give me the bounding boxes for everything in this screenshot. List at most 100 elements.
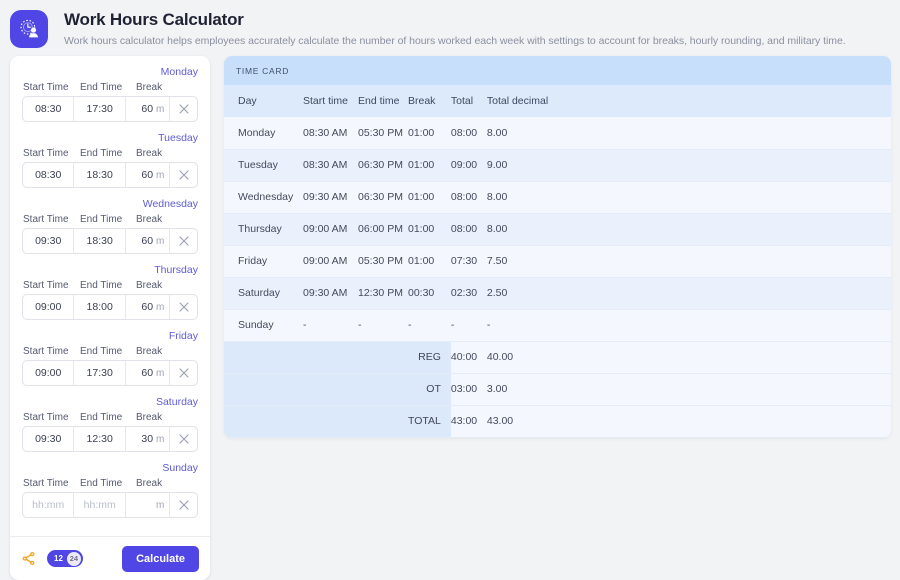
cell-day: Thursday xyxy=(224,213,303,245)
day-input-group: 08:3018:3060m xyxy=(22,162,198,188)
end-time-input[interactable]: 18:30 xyxy=(74,229,125,253)
day-column-labels: Start TimeEnd TimeBreak xyxy=(22,346,198,357)
start-time-input[interactable]: hh:mm xyxy=(23,493,74,517)
end-time-input[interactable]: 17:30 xyxy=(74,361,125,385)
toggle-option-24[interactable]: 24 xyxy=(67,552,81,566)
clear-row-icon[interactable] xyxy=(170,229,197,253)
day-label: Wednesday xyxy=(22,198,198,211)
label-break: Break xyxy=(136,148,186,159)
end-time-input[interactable]: 17:30 xyxy=(74,97,125,121)
cell-break: 01:00 xyxy=(408,181,451,213)
col-header-break: Break xyxy=(408,85,451,117)
cell-total-decimal: 8.00 xyxy=(487,213,891,245)
cell-day: Friday xyxy=(224,245,303,277)
day-label: Tuesday xyxy=(22,132,198,145)
end-time-input[interactable]: 18:30 xyxy=(74,163,125,187)
table-row: Saturday09:30 AM12:30 PM00:3002:302.50 xyxy=(224,277,891,309)
day-column-labels: Start TimeEnd TimeBreak xyxy=(22,214,198,225)
table-row: Friday09:00 AM05:30 PM01:0007:307.50 xyxy=(224,245,891,277)
cell-start-time: 09:30 AM xyxy=(303,277,358,309)
start-time-input[interactable]: 08:30 xyxy=(23,97,74,121)
end-time-input[interactable]: 12:30 xyxy=(74,427,125,451)
clear-row-icon[interactable] xyxy=(170,493,197,517)
table-row: Monday08:30 AM05:30 PM01:0008:008.00 xyxy=(224,117,891,149)
summary-spacer xyxy=(358,373,408,405)
break-input[interactable]: 60m xyxy=(126,229,171,253)
hour-format-toggle[interactable]: 12 24 xyxy=(47,550,83,567)
cell-day: Sunday xyxy=(224,309,303,341)
summary-row: TOTAL43:0043.00 xyxy=(224,405,891,437)
clear-row-icon[interactable] xyxy=(170,427,197,451)
day-column-labels: Start TimeEnd TimeBreak xyxy=(22,280,198,291)
summary-row: REG40:0040.00 xyxy=(224,341,891,373)
table-body: Monday08:30 AM05:30 PM01:0008:008.00Tues… xyxy=(224,117,891,437)
summary-total: 03:00 xyxy=(451,373,487,405)
break-unit-label: m xyxy=(156,104,164,115)
day-label: Monday xyxy=(22,66,198,79)
cell-day: Wednesday xyxy=(224,181,303,213)
day-column-labels: Start TimeEnd TimeBreak xyxy=(22,82,198,93)
label-break: Break xyxy=(136,214,186,225)
label-end-time: End Time xyxy=(80,412,136,423)
clear-row-icon[interactable] xyxy=(170,163,197,187)
cell-break: 01:00 xyxy=(408,245,451,277)
day-row: FridayStart TimeEnd TimeBreak09:0017:306… xyxy=(22,330,198,386)
cell-start-time: 08:30 AM xyxy=(303,117,358,149)
end-time-input[interactable]: hh:mm xyxy=(74,493,125,517)
table-row: Sunday----- xyxy=(224,309,891,341)
day-row: ThursdayStart TimeEnd TimeBreak09:0018:0… xyxy=(22,264,198,320)
day-row: Wednesday Start TimeEnd TimeBreak 09:3018:… xyxy=(22,198,198,254)
day-input-group: 09:3012:3030m xyxy=(22,426,198,452)
cell-total-decimal: - xyxy=(487,309,891,341)
label-end-time: End Time xyxy=(80,280,136,291)
start-time-input[interactable]: 08:30 xyxy=(23,163,74,187)
cell-end-time: 06:00 PM xyxy=(358,213,408,245)
day-input-group: hh:mmhh:mm m xyxy=(22,492,198,518)
summary-spacer xyxy=(303,373,358,405)
summary-total: 43:00 xyxy=(451,405,487,437)
day-input-group: 09:0017:3060m xyxy=(22,360,198,386)
label-end-time: End Time xyxy=(80,82,136,93)
break-input[interactable]: 60m xyxy=(126,97,171,121)
start-time-input[interactable]: 09:30 xyxy=(23,229,74,253)
break-unit-label: m xyxy=(156,500,164,511)
cell-total: 02:30 xyxy=(451,277,487,309)
break-input[interactable]: 60m xyxy=(126,361,171,385)
cell-break: - xyxy=(408,309,451,341)
day-rows-container: MondayStart TimeEnd TimeBreak08:3017:306… xyxy=(10,56,210,536)
cell-break: 01:00 xyxy=(408,213,451,245)
break-input[interactable]: 60m xyxy=(126,295,171,319)
share-nodes-icon[interactable] xyxy=(21,551,36,566)
cell-total-decimal: 8.00 xyxy=(487,117,891,149)
label-end-time: End Time xyxy=(80,478,136,489)
time-card-table: Day Start time End time Break Total Tota… xyxy=(224,85,891,438)
start-time-input[interactable]: 09:30 xyxy=(23,427,74,451)
break-input[interactable]: 30m xyxy=(126,427,171,451)
break-value: 30 xyxy=(141,433,153,445)
break-value: 60 xyxy=(141,169,153,181)
break-input[interactable]: m xyxy=(126,493,171,517)
cell-start-time: - xyxy=(303,309,358,341)
end-time-input[interactable]: 18:00 xyxy=(74,295,125,319)
day-input-group: 09:3018:3060m xyxy=(22,228,198,254)
clear-row-icon[interactable] xyxy=(170,361,197,385)
header-text-block: Work Hours Calculator Work hours calcula… xyxy=(64,8,846,48)
page-subtitle: Work hours calculator helps employees ac… xyxy=(64,35,846,48)
day-row: SaturdayStart TimeEnd TimeBreak09:3012:3… xyxy=(22,396,198,452)
cell-end-time: 06:30 PM xyxy=(358,181,408,213)
start-time-input[interactable]: 09:00 xyxy=(23,295,74,319)
day-input-group: 09:0018:0060m xyxy=(22,294,198,320)
start-time-input[interactable]: 09:00 xyxy=(23,361,74,385)
summary-spacer xyxy=(224,373,303,405)
clear-row-icon[interactable] xyxy=(170,295,197,319)
app-header: Work Hours Calculator Work hours calcula… xyxy=(0,0,900,56)
col-header-total: Total xyxy=(451,85,487,117)
break-unit-label: m xyxy=(156,170,164,181)
break-input[interactable]: 60m xyxy=(126,163,171,187)
cell-start-time: 09:30 AM xyxy=(303,181,358,213)
page-title: Work Hours Calculator xyxy=(64,10,846,30)
toggle-option-12[interactable]: 12 xyxy=(47,550,67,567)
calculate-button[interactable]: Calculate xyxy=(122,546,199,572)
cell-total: 08:00 xyxy=(451,213,487,245)
clear-row-icon[interactable] xyxy=(170,97,197,121)
